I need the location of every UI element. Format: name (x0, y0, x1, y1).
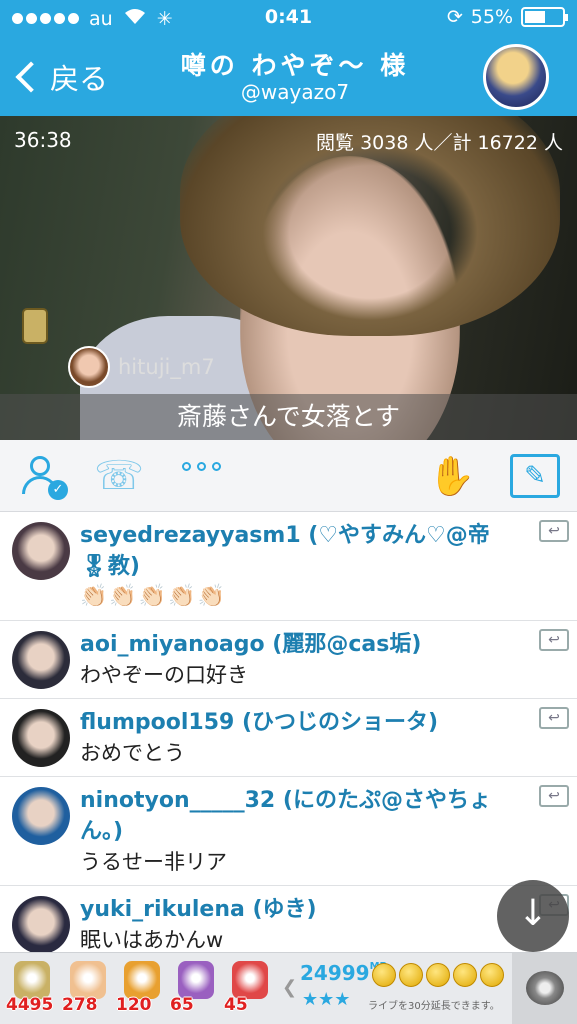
overlay-username: hituji_m7 (118, 355, 215, 379)
points-value: 24999 (300, 961, 370, 985)
overlay-comment-user: hituji_m7 (68, 346, 215, 388)
level-stars: ★★★ (302, 989, 351, 1010)
gift-item[interactable]: 4495 (6, 959, 54, 1015)
back-label: 戻る (50, 62, 109, 96)
action-bar: ✓ ☏ ✋ ✎ (0, 440, 577, 512)
coin-icon (480, 963, 504, 987)
comment-avatar[interactable] (12, 709, 70, 767)
comment-row[interactable]: yuki_rikulena (ゆき)眠いはあかんw↩ (0, 886, 577, 952)
clap-icon (70, 961, 106, 999)
comment-username[interactable]: flumpool159 (ひつじのショータ) (80, 707, 517, 738)
coin-icon (399, 963, 423, 987)
overlay-comment-text: 斎藤さんで女落とす (0, 394, 577, 440)
cake-icon (232, 961, 268, 999)
gift-count: 65 (170, 995, 194, 1015)
gift-item[interactable]: 278 (62, 959, 110, 1015)
comment-text: 眠いはあかんw (80, 928, 224, 952)
battery-area: ⟳ 55% (446, 6, 568, 28)
collab-call-button[interactable]: ☏ (94, 454, 148, 502)
check-icon: ✓ (48, 480, 68, 500)
extend-live-text: ライブを30分延長できます。 (368, 1001, 500, 1012)
coin-icon (372, 963, 396, 987)
reply-icon[interactable]: ↩ (539, 629, 569, 651)
comment-username[interactable]: ninotyon_____32 (にのたぷ@さやちょん。) (80, 785, 517, 847)
page-title: 噂の わやぞ〜 様 (180, 51, 410, 80)
gift-count: 4495 (6, 995, 54, 1015)
follow-button[interactable]: ✓ (22, 454, 68, 500)
back-button[interactable]: 戻る (14, 56, 108, 98)
tea-icon (14, 961, 50, 999)
battery-icon (521, 7, 568, 27)
reply-icon[interactable]: ↩ (539, 520, 569, 542)
extension-coins[interactable] (372, 963, 504, 987)
gift-count: 120 (116, 995, 152, 1015)
gift-count: 278 (62, 995, 98, 1015)
gift-item[interactable]: 45 (224, 959, 272, 1015)
arrow-down-icon: ↓ (517, 893, 549, 934)
clapping-hands-icon: ✋ (428, 454, 476, 498)
comment-username[interactable]: aoi_miyanoago (麗那@cas垢) (80, 629, 517, 660)
disc-icon (526, 971, 564, 1005)
comment-text: うるせー非リア (80, 850, 227, 874)
comment-row[interactable]: flumpool159 (ひつじのショータ) おめでとう ↩ (0, 699, 577, 777)
gift-scroll-left-icon[interactable]: ❮ (282, 977, 297, 998)
tea-gift-badge-icon (22, 308, 48, 344)
more-button[interactable] (182, 462, 221, 471)
scroll-down-button[interactable]: ↓ (497, 880, 569, 952)
header: au ✳ 0:41 ⟳ 55% 戻る 噂の わやぞ〜 様 @wayazo7 (0, 0, 577, 116)
reply-icon[interactable]: ↩ (539, 707, 569, 729)
comment-username[interactable]: yuki_rikulena (ゆき) (80, 894, 517, 925)
more-dot-icon (212, 462, 221, 471)
rotation-lock-icon: ⟳ (446, 6, 463, 28)
comment-text: 👏🏻👏🏻👏🏻👏🏻👏🏻 (80, 584, 227, 609)
viewer-count: 閲覧 3038 人／計 16722 人 (316, 132, 563, 154)
comment-row[interactable]: aoi_miyanoago (麗那@cas垢) わやぞーの口好き ↩ (0, 621, 577, 699)
coin-icon (453, 963, 477, 987)
broadcaster-avatar[interactable] (483, 44, 549, 110)
live-video[interactable]: 36:38 閲覧 3038 人／計 16722 人 hituji_m7 斎藤さん… (0, 116, 577, 440)
comment-avatar[interactable] (12, 631, 70, 689)
gift-bar: 45651202784495 ❮ 24999MP ★★★ ライブを30分延長でき… (0, 952, 577, 1024)
gift-menu-button[interactable] (512, 953, 577, 1024)
comment-avatar[interactable] (12, 787, 70, 845)
user-head-icon (30, 456, 50, 476)
chevron-left-icon (15, 61, 47, 93)
comment-row[interactable]: ninotyon_____32 (にのたぷ@さやちょん。) うるせー非リア ↩ (0, 777, 577, 886)
video-call-icon: ☏ (94, 453, 145, 499)
battery-percent: 55% (470, 6, 513, 28)
comment-avatar[interactable] (12, 896, 70, 952)
write-comment-button[interactable]: ✎ (510, 454, 560, 498)
status-bar: au ✳ 0:41 ⟳ 55% (0, 0, 577, 38)
broadcaster-handle: @wayazo7 (240, 80, 350, 104)
comment-avatar[interactable] (12, 522, 70, 580)
more-dot-icon (182, 462, 191, 471)
coin-icon (426, 963, 450, 987)
gift-item[interactable]: 65 (170, 959, 218, 1015)
gift-item[interactable]: 120 (116, 959, 164, 1015)
more-dot-icon (197, 462, 206, 471)
cracker-icon (124, 961, 160, 999)
comment-username[interactable]: seyedrezayyasm1 (♡やすみん♡@帝🎖教) (80, 520, 517, 582)
comment-row[interactable]: seyedrezayyasm1 (♡やすみん♡@帝🎖教) 👏🏻👏🏻👏🏻👏🏻👏🏻 ↩ (0, 512, 577, 621)
comment-text: わやぞーの口好き (80, 663, 248, 687)
overlay-avatar (68, 346, 110, 388)
fireworks-icon (178, 961, 214, 999)
comment-list[interactable]: seyedrezayyasm1 (♡やすみん♡@帝🎖教) 👏🏻👏🏻👏🏻👏🏻👏🏻 ↩ a… (0, 512, 577, 952)
gift-count: 45 (224, 995, 248, 1015)
elapsed-time: 36:38 (14, 128, 72, 152)
pencil-icon: ✎ (524, 461, 546, 491)
comment-text: おめでとう (80, 741, 185, 765)
clap-button[interactable]: ✋ (428, 454, 480, 502)
reply-icon[interactable]: ↩ (539, 785, 569, 807)
